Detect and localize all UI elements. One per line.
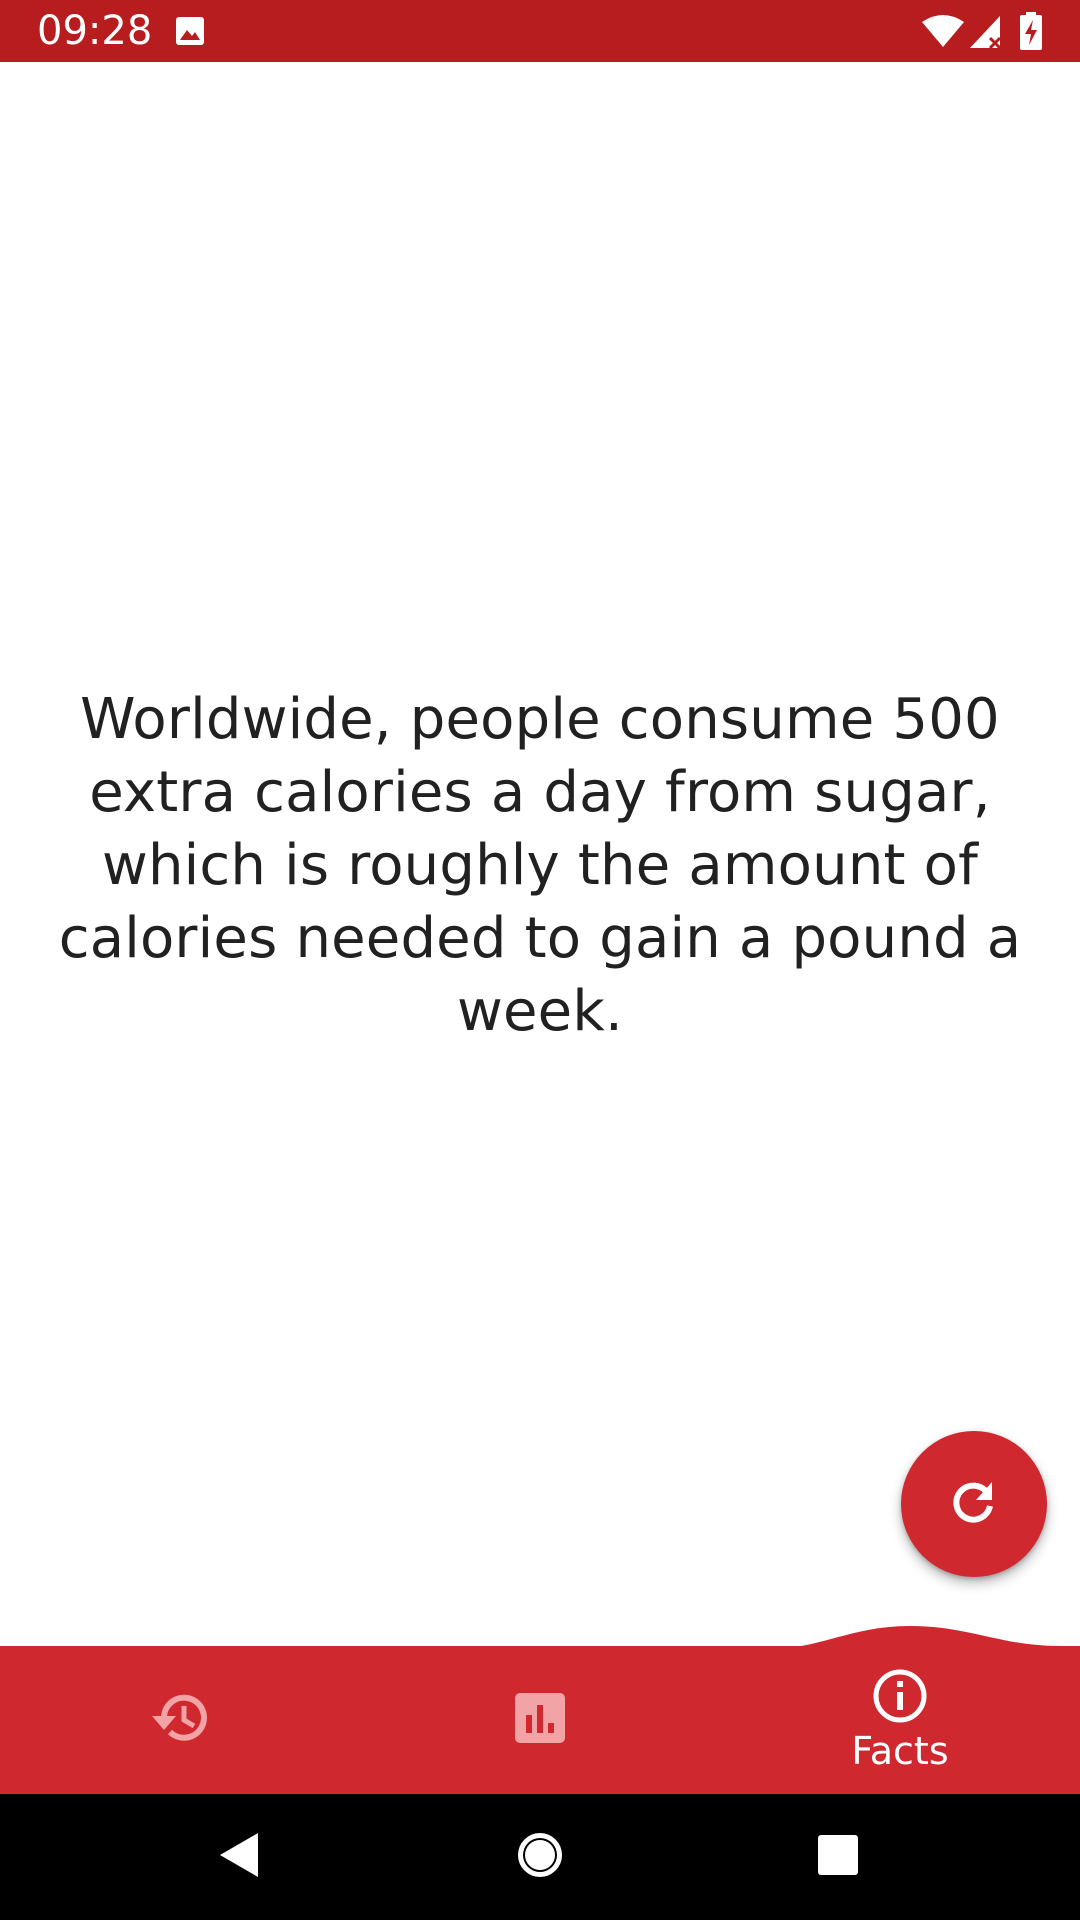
image-icon xyxy=(175,16,205,50)
fact-text: Worldwide, people consume 500 extra calo… xyxy=(58,687,1022,1044)
home-icon xyxy=(515,1830,565,1884)
battery-charging-icon xyxy=(1020,12,1042,54)
screen: 09:28 Worldwide, people consume 500 extr… xyxy=(0,0,1080,1920)
bar-chart-icon xyxy=(515,1693,565,1747)
signal-icon xyxy=(970,14,1004,54)
system-navigation-bar xyxy=(0,1794,1080,1920)
refresh-icon xyxy=(948,1476,1000,1532)
back-icon xyxy=(218,1831,262,1883)
status-bar: 09:28 xyxy=(0,0,1080,62)
recents-icon xyxy=(817,1834,859,1880)
history-icon xyxy=(150,1690,210,1750)
info-icon xyxy=(872,1668,928,1728)
recents-button[interactable] xyxy=(778,1794,898,1920)
nav-item-stats[interactable] xyxy=(360,1646,720,1794)
nav-label-facts: Facts xyxy=(851,1729,949,1773)
status-time: 09:28 xyxy=(37,8,153,54)
home-button[interactable] xyxy=(480,1794,600,1920)
wifi-icon xyxy=(922,14,964,52)
bottom-navigation: Facts xyxy=(0,1646,1080,1794)
nav-item-history[interactable] xyxy=(0,1646,360,1794)
refresh-button[interactable] xyxy=(901,1431,1047,1577)
back-button[interactable] xyxy=(180,1794,300,1920)
nav-item-facts[interactable]: Facts xyxy=(720,1646,1080,1794)
